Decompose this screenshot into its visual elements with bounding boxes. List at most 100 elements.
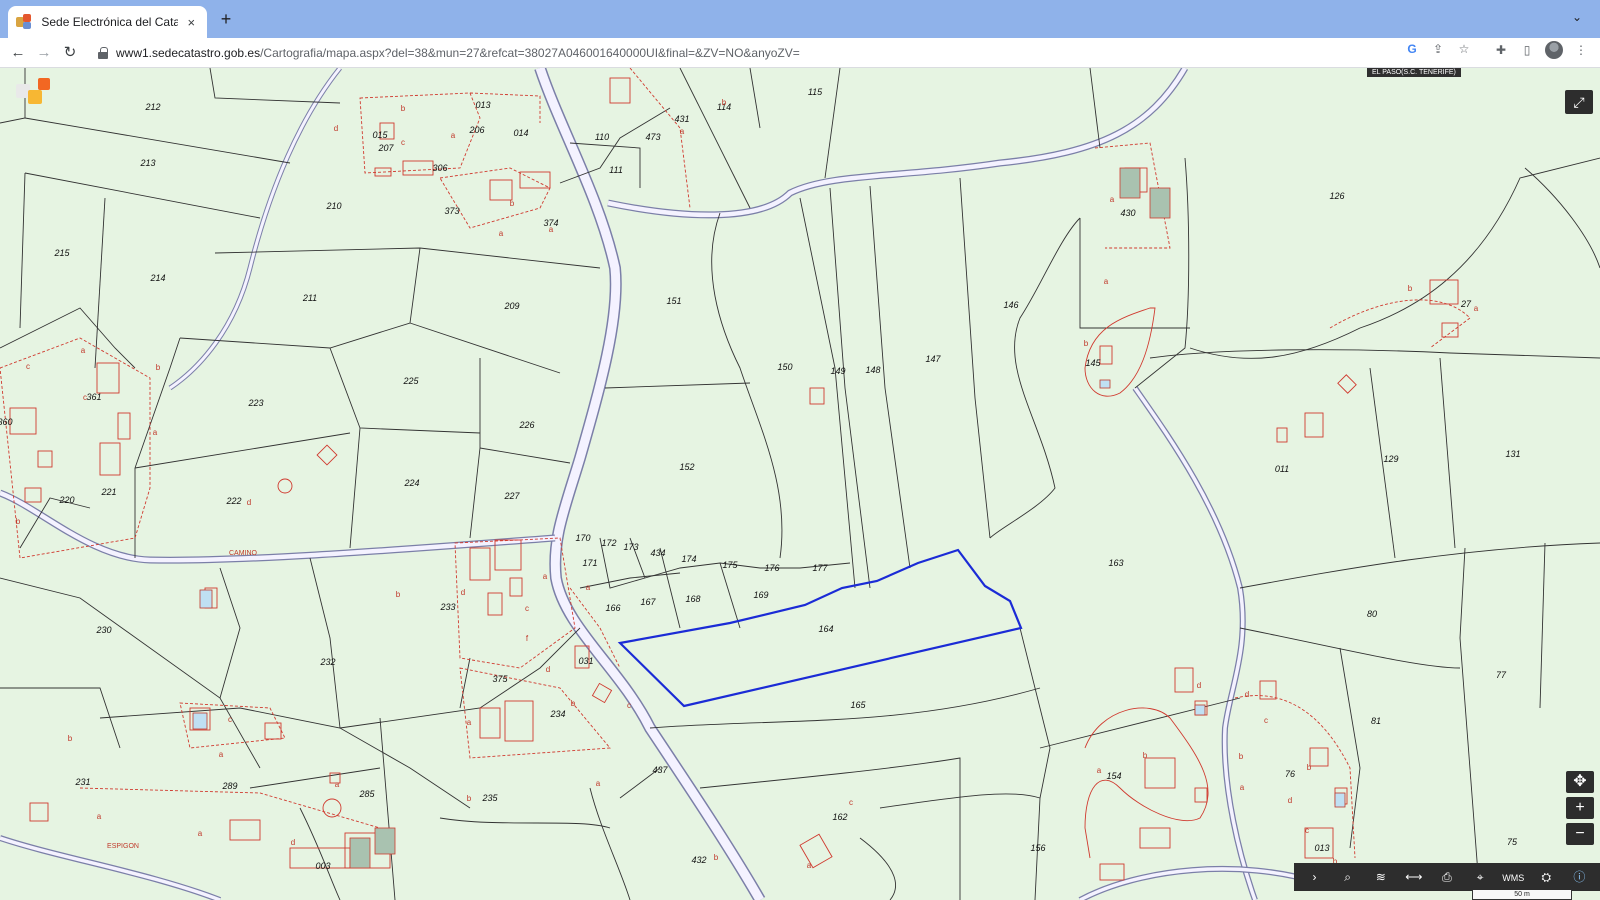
parcel-label-221[interactable]: 221 — [100, 487, 116, 497]
parcel-label-234[interactable]: 234 — [549, 709, 565, 719]
parcel-label-430[interactable]: 430 — [1120, 208, 1135, 218]
parcel-label-75[interactable]: 75 — [1507, 837, 1518, 847]
parcel-label-164[interactable]: 164 — [818, 624, 833, 634]
parcel-label-81[interactable]: 81 — [1371, 716, 1381, 726]
puzzle-icon[interactable]: ✚ — [1493, 42, 1509, 58]
new-tab-button[interactable]: + — [216, 9, 236, 29]
parcel-label-175[interactable]: 175 — [722, 560, 738, 570]
parcel-label-110[interactable]: 110 — [595, 132, 609, 142]
map-canvas[interactable]: 212 213 210 215 214 211 209 015 207 206 013 014 306 3… — [0, 68, 1600, 900]
google-icon[interactable]: G — [1404, 41, 1420, 57]
parcel-label-437[interactable]: 437 — [652, 765, 668, 775]
parcel-label-235[interactable]: 235 — [481, 793, 498, 803]
parcel-label-373[interactable]: 373 — [444, 206, 459, 216]
layers-button[interactable]: ≋ — [1367, 865, 1395, 889]
tab-search-chevron-icon[interactable]: ⌄ — [1572, 10, 1582, 24]
parcel-label-222[interactable]: 222 — [225, 496, 241, 506]
parcel-label-473[interactable]: 473 — [645, 132, 660, 142]
parcel-label-176[interactable]: 176 — [764, 563, 779, 573]
parcel-label-431[interactable]: 431 — [674, 114, 689, 124]
parcel-label-375[interactable]: 375 — [492, 674, 508, 684]
share-icon[interactable]: ⇪ — [1430, 41, 1446, 57]
parcel-label-162[interactable]: 162 — [832, 812, 847, 822]
star-icon[interactable]: ☆ — [1456, 41, 1472, 57]
parcel-label-232[interactable]: 232 — [319, 657, 335, 667]
parcel-label-015[interactable]: 015 — [372, 130, 388, 140]
locate-crosshair-button[interactable]: ✥ — [1566, 771, 1594, 793]
parcel-label-163[interactable]: 163 — [1108, 558, 1123, 568]
parcel-label-432[interactable]: 432 — [691, 855, 706, 865]
forward-button[interactable]: → — [34, 43, 54, 63]
parcel-label-167[interactable]: 167 — [640, 597, 656, 607]
parcel-label-156[interactable]: 156 — [1030, 843, 1045, 853]
parcel-label-014[interactable]: 014 — [513, 128, 528, 138]
parcel-label-223[interactable]: 223 — [247, 398, 263, 408]
parcel-label-129[interactable]: 129 — [1383, 454, 1398, 464]
parcel-label-289[interactable]: 289 — [221, 781, 237, 791]
parcel-label-131[interactable]: 131 — [1505, 449, 1520, 459]
parcel-label-306[interactable]: 306 — [432, 163, 447, 173]
parcel-label-206[interactable]: 206 — [468, 125, 484, 135]
sidepanel-icon[interactable]: ▯ — [1519, 42, 1535, 58]
parcel-label-152[interactable]: 152 — [679, 462, 694, 472]
info-button[interactable]: ⓘ — [1565, 865, 1593, 889]
parcel-label-171[interactable]: 171 — [582, 558, 597, 568]
parcel-label-212[interactable]: 212 — [144, 102, 160, 112]
fullscreen-expand-button[interactable]: ⤢ — [1565, 90, 1593, 114]
parcel-label-77[interactable]: 77 — [1496, 670, 1507, 680]
parcel-label-148[interactable]: 148 — [865, 365, 880, 375]
parcel-label-154[interactable]: 154 — [1106, 771, 1121, 781]
parcel-label-231[interactable]: 231 — [74, 777, 90, 787]
zoom-in-button[interactable]: + — [1566, 797, 1594, 819]
reload-button[interactable]: ↻ — [60, 43, 80, 63]
print-button[interactable]: ⎙ — [1433, 865, 1461, 889]
parcel-label-013[interactable]: 013 — [1314, 843, 1329, 853]
cadastral-map[interactable]: 212 213 210 215 214 211 209 015 207 206 013 014 306 3… — [0, 68, 1600, 900]
parcel-label-169[interactable]: 169 — [753, 590, 768, 600]
parcel-label-003[interactable]: 003 — [315, 861, 330, 871]
parcel-label-27[interactable]: 27 — [1460, 299, 1472, 309]
parcel-label-172[interactable]: 172 — [601, 538, 616, 548]
lock-icon[interactable] — [98, 47, 108, 59]
collapse-toolbar-button[interactable]: › — [1301, 865, 1329, 889]
parcel-label-76[interactable]: 76 — [1285, 769, 1295, 779]
parcel-label-173[interactable]: 173 — [623, 542, 638, 552]
parcel-label-210[interactable]: 210 — [325, 201, 341, 211]
parcel-label-360[interactable]: 360 — [0, 417, 13, 427]
measure-button[interactable]: ⟷ — [1400, 865, 1428, 889]
parcel-label-011[interactable]: 011 — [1275, 464, 1289, 474]
back-button[interactable]: ← — [8, 43, 28, 63]
parcel-label-168[interactable]: 168 — [685, 594, 700, 604]
parcel-label-215[interactable]: 215 — [53, 248, 70, 258]
parcel-label-031[interactable]: 031 — [578, 656, 593, 666]
parcel-label-225[interactable]: 225 — [402, 376, 419, 386]
parcel-label-165[interactable]: 165 — [850, 700, 866, 710]
parcel-label-146[interactable]: 146 — [1003, 300, 1018, 310]
parcel-label-209[interactable]: 209 — [503, 301, 519, 311]
parcel-label-211[interactable]: 211 — [302, 293, 317, 303]
services-button[interactable]: ⛭ — [1532, 865, 1560, 889]
parcel-label-150[interactable]: 150 — [777, 362, 792, 372]
parcel-label-285[interactable]: 285 — [358, 789, 375, 799]
parcel-label-227[interactable]: 227 — [503, 491, 520, 501]
browser-tab-active[interactable]: Sede Electrónica del Catastro × — [8, 6, 207, 38]
parcel-label-170[interactable]: 170 — [575, 533, 590, 543]
parcel-label-224[interactable]: 224 — [403, 478, 419, 488]
parcel-label-361[interactable]: 361 — [86, 392, 101, 402]
parcel-label-80[interactable]: 80 — [1367, 609, 1377, 619]
parcel-label-434[interactable]: 434 — [650, 548, 665, 558]
parcel-label-145[interactable]: 145 — [1085, 358, 1101, 368]
parcel-label-115[interactable]: 115 — [808, 87, 823, 97]
parcel-label-214[interactable]: 214 — [149, 273, 165, 283]
parcel-label-213[interactable]: 213 — [139, 158, 155, 168]
catastro-logo[interactable] — [16, 78, 52, 114]
coordinates-button[interactable]: ⌖ — [1466, 865, 1494, 889]
parcel-label-207[interactable]: 207 — [377, 143, 394, 153]
parcel-label-013[interactable]: 013 — [475, 100, 490, 110]
parcel-label-111[interactable]: 111 — [609, 165, 623, 175]
url-text[interactable]: www1.sedecatastro.gob.es/Cartografia/map… — [116, 46, 800, 60]
address-bar[interactable]: www1.sedecatastro.gob.es/Cartografia/map… — [92, 41, 1462, 65]
parcel-label-177[interactable]: 177 — [812, 563, 828, 573]
wms-button[interactable]: WMS — [1499, 865, 1527, 889]
search-button[interactable]: ⌕ — [1334, 865, 1362, 889]
